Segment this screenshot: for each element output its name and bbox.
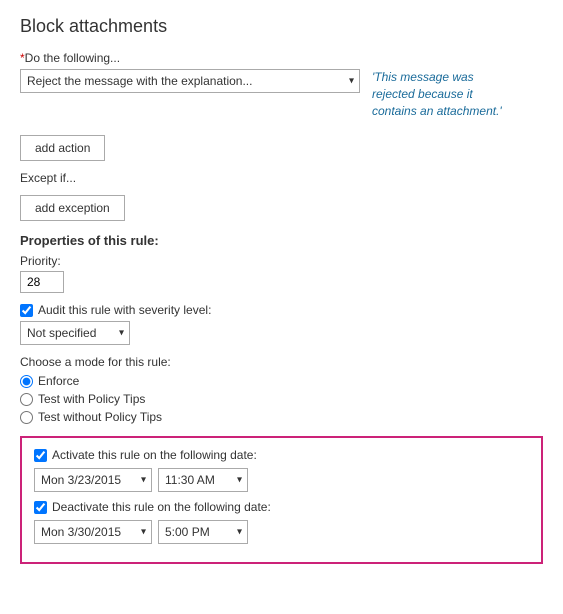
except-if-label: Except if... [20,171,543,185]
priority-label: Priority: [20,254,543,268]
deactivate-row: Deactivate this rule on the following da… [34,500,529,514]
deactivate-date-select[interactable]: Mon 3/30/2015 [34,520,152,544]
add-action-button[interactable]: add action [20,135,105,161]
deactivate-date-time-row: Mon 3/30/2015 5:00 PM [34,520,529,544]
do-following-section: *Do the following... Reject the message … [20,51,543,119]
audit-label: Audit this rule with severity level: [38,303,211,317]
audit-row: Audit this rule with severity level: [20,303,543,317]
radio-test-no-tips-input[interactable] [20,411,33,424]
page-container: Block attachments *Do the following... R… [0,0,563,580]
severity-select-wrapper: Not specifiedLowMediumHigh [20,321,130,345]
priority-input[interactable] [20,271,64,293]
do-following-row: Reject the message with the explanation.… [20,69,543,119]
radio-test-tips: Test with Policy Tips [20,392,543,406]
do-following-select[interactable]: Reject the message with the explanation.… [20,69,360,93]
deactivate-time-wrapper: 5:00 PM [158,520,248,544]
activate-checkbox[interactable] [34,449,47,462]
radio-test-no-tips-label: Test without Policy Tips [38,410,162,424]
properties-heading: Properties of this rule: [20,233,543,248]
do-following-label: *Do the following... [20,51,543,65]
deactivate-time-select[interactable]: 5:00 PM [158,520,248,544]
deactivate-label: Deactivate this rule on the following da… [52,500,271,514]
activate-date-wrapper: Mon 3/23/2015 [34,468,152,492]
radio-group: Enforce Test with Policy Tips Test witho… [20,374,543,424]
add-action-section: add action [20,129,543,161]
deactivate-date-wrapper: Mon 3/30/2015 [34,520,152,544]
activate-label: Activate this rule on the following date… [52,448,257,462]
activate-deactivate-section: Activate this rule on the following date… [20,436,543,564]
activate-date-time-row: Mon 3/23/2015 11:30 AM [34,468,529,492]
add-exception-button[interactable]: add exception [20,195,125,221]
audit-checkbox[interactable] [20,304,33,317]
radio-enforce: Enforce [20,374,543,388]
severity-select[interactable]: Not specifiedLowMediumHigh [20,321,130,345]
activate-time-select[interactable]: 11:30 AM [158,468,248,492]
do-following-select-wrapper: Reject the message with the explanation.… [20,69,360,93]
activate-time-wrapper: 11:30 AM [158,468,248,492]
properties-section: Properties of this rule: Priority: Audit… [20,233,543,424]
deactivate-checkbox[interactable] [34,501,47,514]
page-title: Block attachments [20,16,543,37]
radio-enforce-input[interactable] [20,375,33,388]
radio-enforce-label: Enforce [38,374,79,388]
severity-row: Not specifiedLowMediumHigh [20,321,543,345]
activate-row: Activate this rule on the following date… [34,448,529,462]
radio-test-tips-input[interactable] [20,393,33,406]
rejection-message-link[interactable]: 'This message was rejected because it co… [372,69,502,119]
activate-date-select[interactable]: Mon 3/23/2015 [34,468,152,492]
except-if-section: Except if... add exception [20,171,543,221]
radio-test-tips-label: Test with Policy Tips [38,392,145,406]
mode-heading: Choose a mode for this rule: [20,355,543,369]
radio-test-no-tips: Test without Policy Tips [20,410,543,424]
